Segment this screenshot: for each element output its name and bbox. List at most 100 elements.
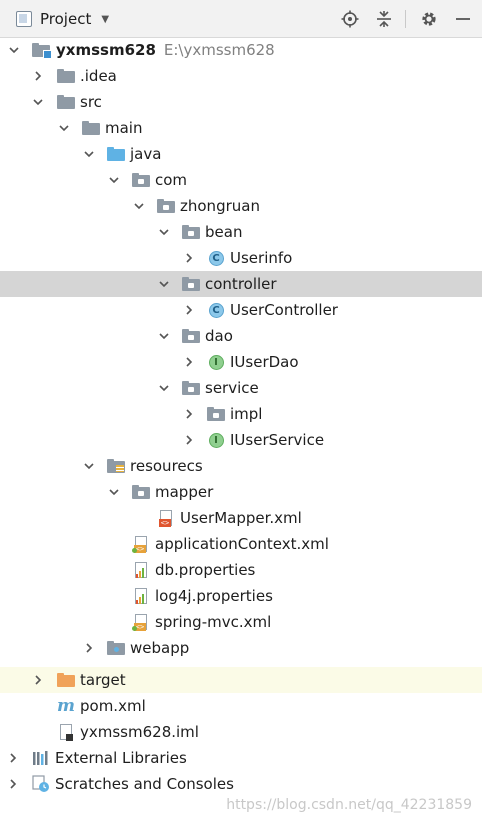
tree-node-label: IUserService: [230, 431, 325, 449]
tree-node-usercontroller[interactable]: C UserController: [0, 297, 482, 323]
chevron-down-icon[interactable]: [56, 120, 72, 136]
chevron-right-icon[interactable]: [181, 302, 197, 318]
tree-node-userinfo[interactable]: C Userinfo: [0, 245, 482, 271]
chevron-down-icon[interactable]: [81, 146, 97, 162]
tree-node-iuserservice[interactable]: I IUserService: [0, 427, 482, 453]
tree-node-label: target: [80, 671, 126, 689]
properties-file-icon: [132, 587, 150, 604]
chevron-right-icon[interactable]: [181, 354, 197, 370]
tree-node-src[interactable]: src: [0, 89, 482, 115]
chevron-down-icon: ▼: [101, 13, 110, 25]
spring-xml-icon: <>: [132, 613, 150, 631]
tree-node-java[interactable]: java: [0, 141, 482, 167]
chevron-right-icon[interactable]: [5, 750, 21, 766]
maven-icon: m: [57, 696, 75, 716]
tree-node-label: resourecs: [130, 457, 203, 475]
tree-node-label: .idea: [80, 67, 117, 85]
tree-node-usermapper-xml[interactable]: <> UserMapper.xml: [0, 505, 482, 531]
tree-node-spring-mvc-xml[interactable]: <> spring-mvc.xml: [0, 609, 482, 635]
chevron-down-icon[interactable]: [156, 224, 172, 240]
tree-node-target[interactable]: target: [0, 667, 482, 693]
tree-node-label: pom.xml: [80, 697, 146, 715]
excluded-folder-icon: [57, 672, 75, 688]
folder-icon: [57, 68, 75, 84]
xml-file-icon: <>: [157, 509, 175, 527]
tree-node-applicationcontext-xml[interactable]: <> applicationContext.xml: [0, 531, 482, 557]
tree-node-label: Userinfo: [230, 249, 293, 267]
chevron-down-icon[interactable]: [106, 484, 122, 500]
tree-node-label: UserController: [230, 301, 338, 319]
tree-node-db-properties[interactable]: db.properties: [0, 557, 482, 583]
tree-node-label: applicationContext.xml: [155, 535, 329, 553]
tree-node-label: bean: [205, 223, 243, 241]
chevron-right-icon[interactable]: [5, 776, 21, 792]
interface-icon: I: [207, 354, 225, 370]
tree-node-mapper[interactable]: mapper: [0, 479, 482, 505]
interface-icon: I: [207, 432, 225, 448]
minimize-icon[interactable]: [452, 8, 474, 30]
source-folder-icon: [107, 146, 125, 162]
module-path: E:\yxmssm628: [163, 41, 275, 59]
watermark: https://blog.csdn.net/qq_42231859: [226, 797, 472, 813]
tree-node-iuserdao[interactable]: I IUserDao: [0, 349, 482, 375]
chevron-right-icon[interactable]: [30, 68, 46, 84]
gear-icon[interactable]: [418, 8, 440, 30]
chevron-down-icon[interactable]: [156, 328, 172, 344]
tree-node-label: db.properties: [155, 561, 256, 579]
tree-node-main[interactable]: main: [0, 115, 482, 141]
toolbar-divider: [405, 10, 406, 28]
module-name: yxmssm628: [56, 41, 156, 59]
package-icon: [182, 224, 200, 240]
tree-node-log4j-properties[interactable]: log4j.properties: [0, 583, 482, 609]
tree-node-label: controller: [205, 275, 277, 293]
tree-node-com[interactable]: com: [0, 167, 482, 193]
project-view-selector[interactable]: Project ▼: [16, 10, 109, 28]
tree-node-yxmssm628-iml[interactable]: yxmssm628.iml: [0, 719, 482, 745]
chevron-down-icon[interactable]: [156, 276, 172, 292]
libraries-icon: [32, 750, 50, 766]
project-icon: [16, 11, 32, 27]
resources-folder-icon: [107, 458, 125, 474]
tree-node-label: IUserDao: [230, 353, 299, 371]
tree-node-yxmssm628[interactable]: yxmssm628 E:\yxmssm628: [0, 37, 482, 63]
tree-node-resourecs[interactable]: resourecs: [0, 453, 482, 479]
tree-node-zhongruan[interactable]: zhongruan: [0, 193, 482, 219]
tree-node-label: mapper: [155, 483, 214, 501]
package-icon: [157, 198, 175, 214]
tree-node-label: UserMapper.xml: [180, 509, 302, 527]
tree-node-webapp[interactable]: webapp: [0, 635, 482, 661]
tree-node-label: com: [155, 171, 188, 189]
package-icon: [182, 380, 200, 396]
tree-node-bean[interactable]: bean: [0, 219, 482, 245]
spring-xml-icon: <>: [132, 535, 150, 553]
tree-node-label: spring-mvc.xml: [155, 613, 272, 631]
chevron-down-icon[interactable]: [30, 94, 46, 110]
tree-node-controller[interactable]: controller: [0, 271, 482, 297]
folder-icon: [82, 120, 100, 136]
tree-node-label: webapp: [130, 639, 190, 657]
chevron-right-icon[interactable]: [30, 672, 46, 688]
tree-node-external-libraries[interactable]: External Libraries: [0, 745, 482, 771]
tree-node-pom-xml[interactable]: m pom.xml: [0, 693, 482, 719]
tree-node-impl[interactable]: impl: [0, 401, 482, 427]
locate-icon[interactable]: [339, 8, 361, 30]
chevron-down-icon[interactable]: [106, 172, 122, 188]
tree-node-idea[interactable]: .idea: [0, 63, 482, 89]
chevron-down-icon[interactable]: [6, 42, 22, 58]
folder-icon: [57, 94, 75, 110]
tree-node-service[interactable]: service: [0, 375, 482, 401]
chevron-right-icon[interactable]: [181, 432, 197, 448]
tree-node-label: Scratches and Consoles: [55, 775, 234, 793]
collapse-all-icon[interactable]: [373, 8, 395, 30]
tree-node-label: External Libraries: [55, 749, 187, 767]
properties-file-icon: [132, 561, 150, 578]
chevron-right-icon[interactable]: [181, 406, 197, 422]
chevron-down-icon[interactable]: [81, 458, 97, 474]
tree-node-dao[interactable]: dao: [0, 323, 482, 349]
chevron-down-icon[interactable]: [131, 198, 147, 214]
chevron-right-icon[interactable]: [181, 250, 197, 266]
tree-node-label: yxmssm628.iml: [80, 723, 199, 741]
tree-node-scratches-and-consoles[interactable]: Scratches and Consoles: [0, 771, 482, 797]
chevron-down-icon[interactable]: [156, 380, 172, 396]
chevron-right-icon[interactable]: [81, 640, 97, 656]
